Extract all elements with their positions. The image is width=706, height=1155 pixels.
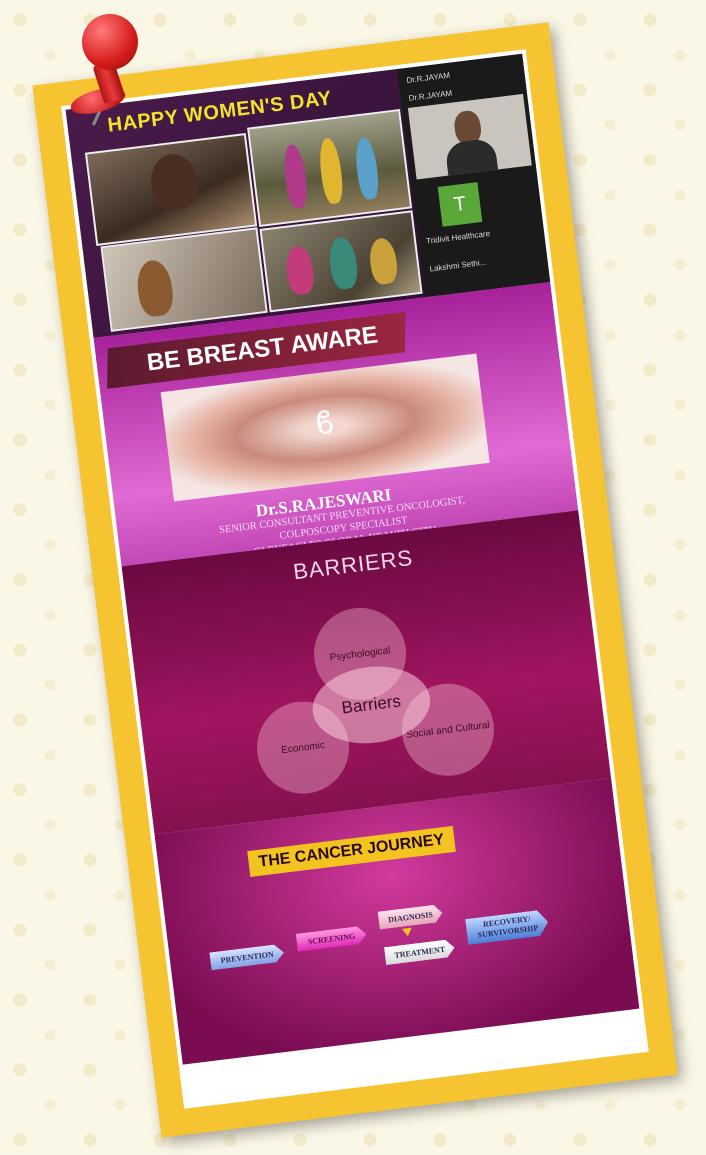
video-call-sidebar: Dr.R.JAYAM Dr.R.JAYAM T Tridivit Healthc… (397, 53, 551, 298)
step-screening: SCREENING (296, 925, 368, 951)
photo-woman-phone (84, 132, 258, 247)
participant-name: Lakshmi Sethi... (429, 257, 487, 274)
barriers-slide: BARRIERS Psychological Economic Social a… (121, 510, 612, 835)
participant-video[interactable] (407, 93, 532, 180)
participant-name: Dr.R.JAYAM (405, 70, 451, 85)
down-arrow-icon (401, 927, 413, 937)
photo-group-women (247, 109, 413, 228)
participant-name: Dr.R.JAYAM (408, 88, 453, 103)
photo-woman-lab (100, 227, 268, 332)
step-prevention: PREVENTION (209, 944, 285, 971)
push-pin-icon (62, 14, 152, 126)
step-recovery: RECOVERY/ SURVIVORSHIP (465, 909, 550, 945)
step-diagnosis: DIAGNOSIS (378, 904, 444, 930)
step-treatment: TREATMENT (384, 939, 456, 965)
pink-ribbon-icon: ϐ (313, 403, 337, 442)
participant-avatar-tile[interactable]: T (437, 182, 483, 227)
participant-name: Tridivit Healthcare (425, 229, 491, 246)
cancer-journey-heading: THE CANCER JOURNEY (247, 825, 456, 877)
photo-women-children (259, 210, 423, 313)
poster-board: HAPPY WOMEN'S DAY Dr.R.JAYAM Dr.R.JAYAM (32, 22, 678, 1138)
